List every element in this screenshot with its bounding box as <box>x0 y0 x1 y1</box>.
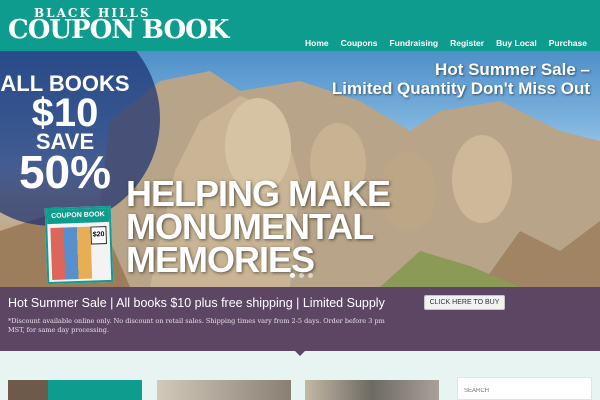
feature-card-3-image[interactable] <box>305 380 439 400</box>
buy-button[interactable]: CLICK HERE TO BUY <box>424 295 505 310</box>
feature-card-2-image[interactable] <box>157 380 291 400</box>
hero-headline: Hot Summer Sale – Limited Quantity Don't… <box>331 60 590 98</box>
book-price-tag: $20 <box>90 226 107 245</box>
nav-purchase[interactable]: Purchase <box>549 38 587 48</box>
main-nav: Home Coupons Fundraising Register Buy Lo… <box>305 38 587 48</box>
logo-title: COUPON BOOK <box>8 15 229 45</box>
search-input[interactable] <box>464 384 584 398</box>
badge-line-2: $10 <box>31 91 99 135</box>
tagline-line-3: MEMORIES <box>126 239 315 281</box>
promo-title: Hot Summer Sale | All books $10 plus fre… <box>8 296 385 310</box>
site-header: BLACK HILLS COUPON BOOK Home Coupons Fun… <box>0 0 600 51</box>
book-cover-title: COUPON BOOK <box>46 207 110 225</box>
nav-register[interactable]: Register <box>450 38 484 48</box>
nav-buy-local[interactable]: Buy Local <box>496 38 537 48</box>
hero-headline-line-2: Limited Quantity Don't Miss Out <box>331 78 590 98</box>
coupon-book-image: COUPON BOOK $20 <box>44 205 114 285</box>
feature-card-1-image[interactable] <box>8 380 142 400</box>
hero-tagline: HELPING MAKE MONUMENTAL MEMORIES <box>126 175 391 281</box>
slider-dots <box>290 273 313 278</box>
slider-dot[interactable] <box>290 273 295 278</box>
hero-headline-line-1: Hot Summer Sale – <box>435 60 590 79</box>
promo-pointer-arrow <box>295 351 305 356</box>
promo-banner: Hot Summer Sale | All books $10 plus fre… <box>0 287 600 351</box>
book-cover-art <box>50 226 93 280</box>
hero-slider[interactable]: ALL BOOKS $10 SAVE 50% Hot Summer Sale –… <box>0 51 600 287</box>
search-widget <box>457 377 592 400</box>
slider-dot[interactable] <box>299 273 304 278</box>
nav-coupons[interactable]: Coupons <box>341 38 378 48</box>
badge-line-4: 50% <box>18 146 112 198</box>
promo-disclaimer: *Discount available online only. No disc… <box>8 317 385 335</box>
nav-home[interactable]: Home <box>305 38 329 48</box>
nav-fundraising[interactable]: Fundraising <box>389 38 438 48</box>
slider-dot[interactable] <box>308 273 313 278</box>
